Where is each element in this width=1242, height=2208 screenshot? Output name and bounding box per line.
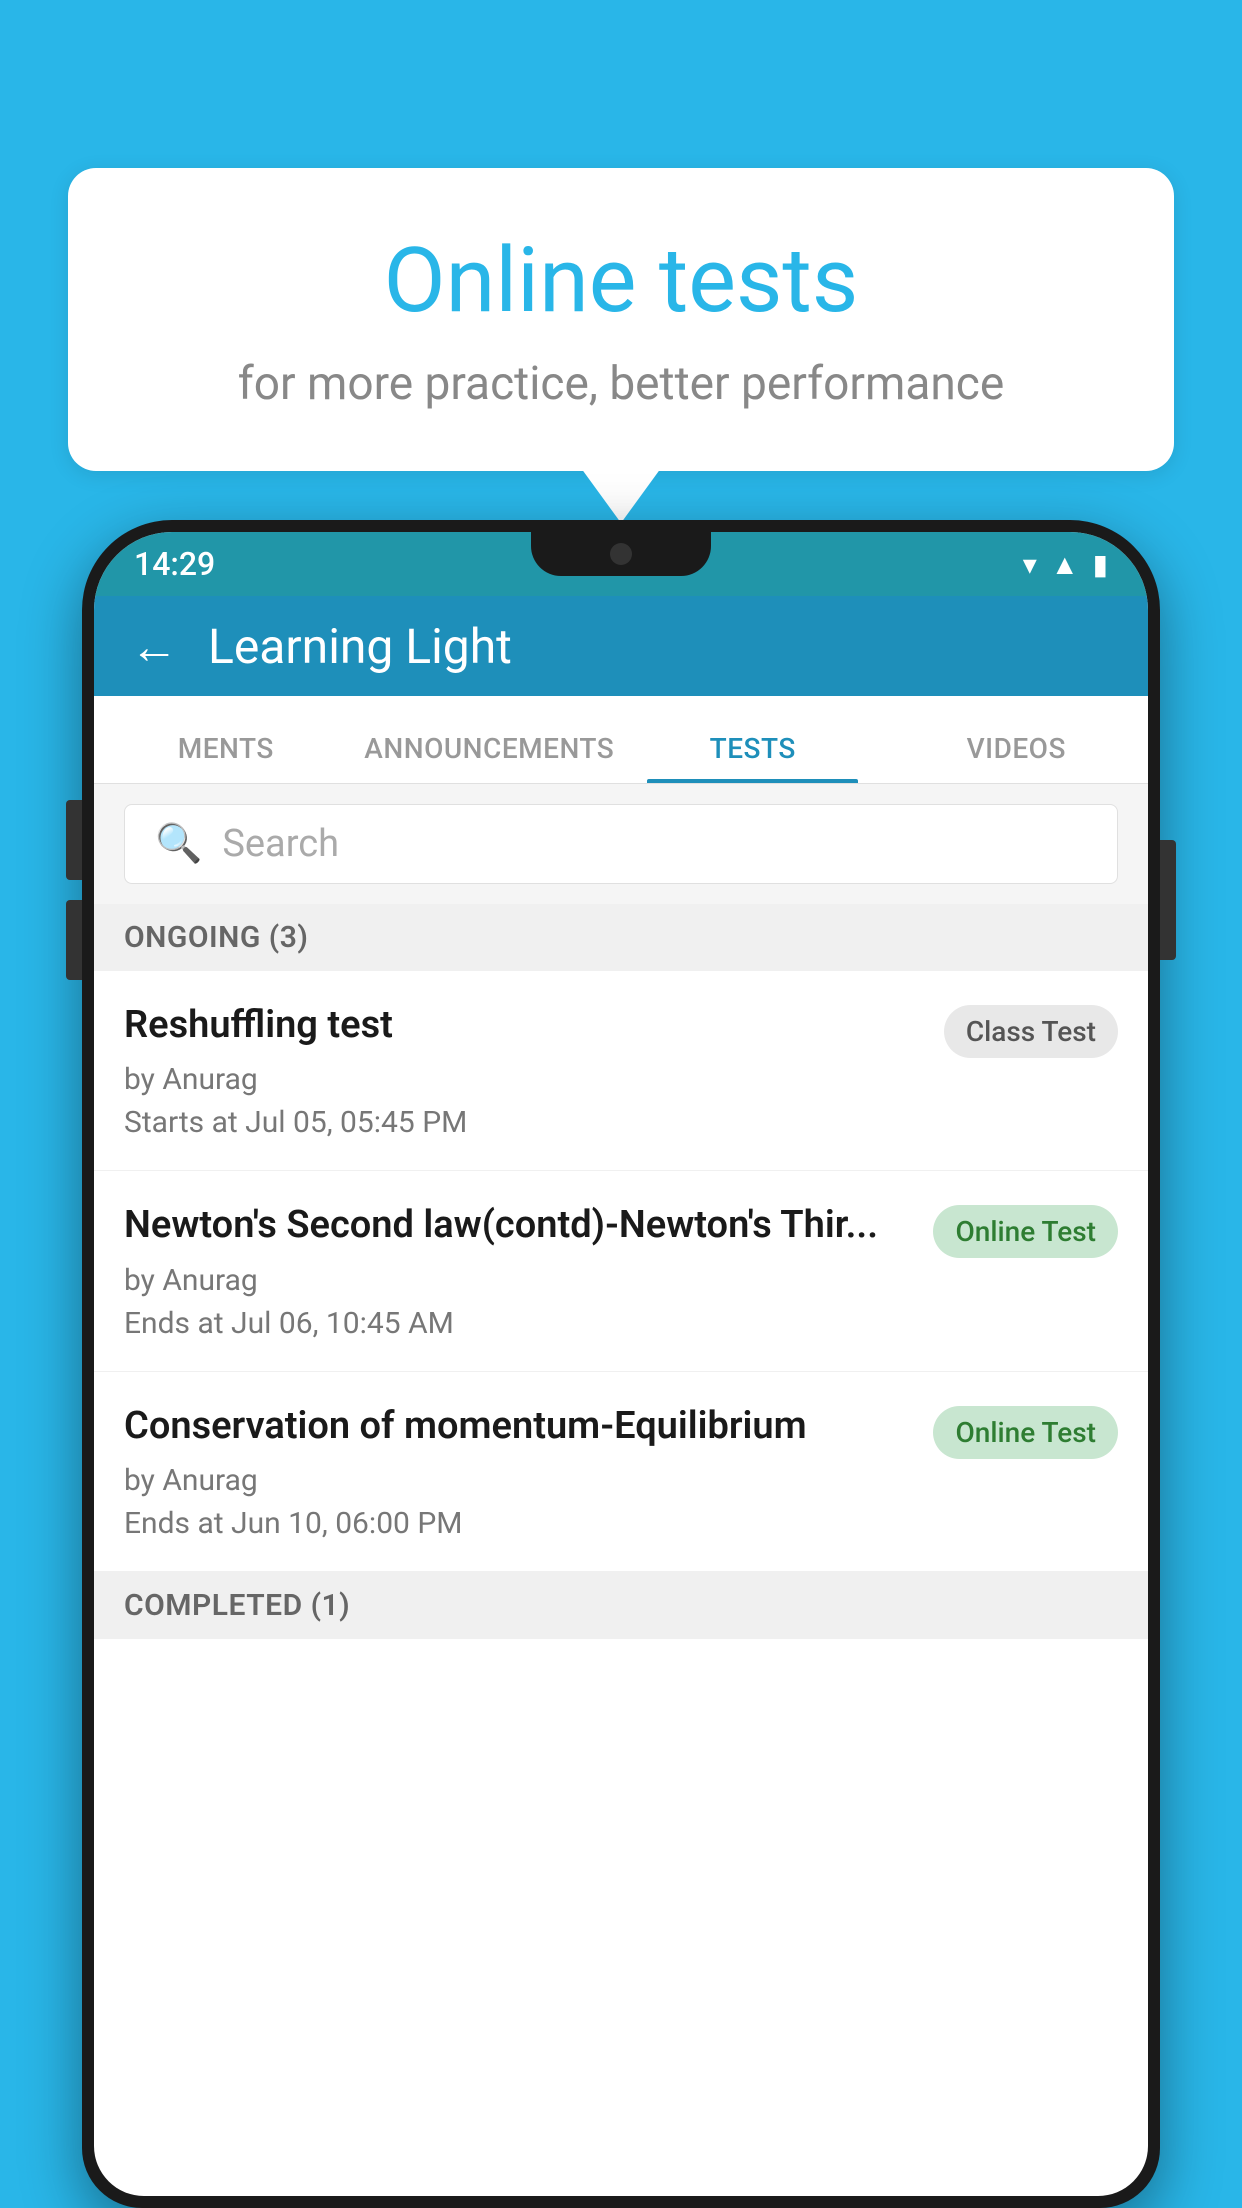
test-list: Reshuffling test by Anurag Starts at Jul… [94, 971, 1148, 1572]
tab-assignments[interactable]: MENTS [94, 732, 358, 783]
status-time: 14:29 [134, 545, 215, 583]
phone-frame: 14:29 ▾ ▲ ▮ ← Learning Light MENTS ANNOU… [82, 520, 1160, 2208]
phone-notch [531, 532, 711, 576]
test-author-2: by Anurag [124, 1263, 913, 1298]
search-bar: 🔍 Search [94, 784, 1148, 904]
app-header: ← Learning Light [94, 596, 1148, 696]
test-badge-3: Online Test [933, 1406, 1118, 1459]
test-title-1: Reshuffling test [124, 1001, 924, 1050]
battery-icon: ▮ [1093, 548, 1108, 581]
test-badge-2: Online Test [933, 1205, 1118, 1258]
promo-bubble: Online tests for more practice, better p… [68, 168, 1174, 471]
search-icon: 🔍 [155, 822, 202, 866]
test-author-1: by Anurag [124, 1062, 924, 1097]
test-item-conservation[interactable]: Conservation of momentum-Equilibrium by … [94, 1372, 1148, 1572]
search-placeholder: Search [222, 822, 339, 866]
test-badge-1: Class Test [944, 1005, 1118, 1058]
bubble-title: Online tests [118, 228, 1124, 333]
test-info-1: Reshuffling test by Anurag Starts at Jul… [124, 1001, 924, 1140]
volume-up-button[interactable] [66, 800, 82, 880]
camera [610, 543, 632, 565]
wifi-icon: ▾ [1023, 548, 1037, 581]
test-item-newton[interactable]: Newton's Second law(contd)-Newton's Thir… [94, 1171, 1148, 1371]
test-info-3: Conservation of momentum-Equilibrium by … [124, 1402, 913, 1541]
tab-announcements[interactable]: ANNOUNCEMENTS [358, 732, 622, 783]
app-title: Learning Light [208, 618, 512, 675]
tab-videos[interactable]: VIDEOS [885, 732, 1149, 783]
volume-down-button[interactable] [66, 900, 82, 980]
test-date-3: Ends at Jun 10, 06:00 PM [124, 1506, 913, 1541]
test-date-1: Starts at Jul 05, 05:45 PM [124, 1105, 924, 1140]
test-info-2: Newton's Second law(contd)-Newton's Thir… [124, 1201, 913, 1340]
tab-bar: MENTS ANNOUNCEMENTS TESTS VIDEOS [94, 696, 1148, 784]
back-button[interactable]: ← [130, 618, 178, 675]
power-button[interactable] [1160, 840, 1176, 960]
tab-tests[interactable]: TESTS [621, 732, 885, 783]
signal-icon: ▲ [1051, 548, 1079, 581]
phone-screen: 14:29 ▾ ▲ ▮ ← Learning Light MENTS ANNOU… [94, 532, 1148, 2196]
test-item-reshuffling[interactable]: Reshuffling test by Anurag Starts at Jul… [94, 971, 1148, 1171]
test-title-3: Conservation of momentum-Equilibrium [124, 1402, 913, 1451]
completed-section-header: COMPLETED (1) [94, 1572, 1148, 1639]
status-icons: ▾ ▲ ▮ [1023, 548, 1108, 581]
test-author-3: by Anurag [124, 1463, 913, 1498]
bubble-subtitle: for more practice, better performance [118, 357, 1124, 411]
ongoing-section-header: ONGOING (3) [94, 904, 1148, 971]
test-date-2: Ends at Jul 06, 10:45 AM [124, 1306, 913, 1341]
test-title-2: Newton's Second law(contd)-Newton's Thir… [124, 1201, 913, 1250]
search-field[interactable]: 🔍 Search [124, 804, 1118, 884]
